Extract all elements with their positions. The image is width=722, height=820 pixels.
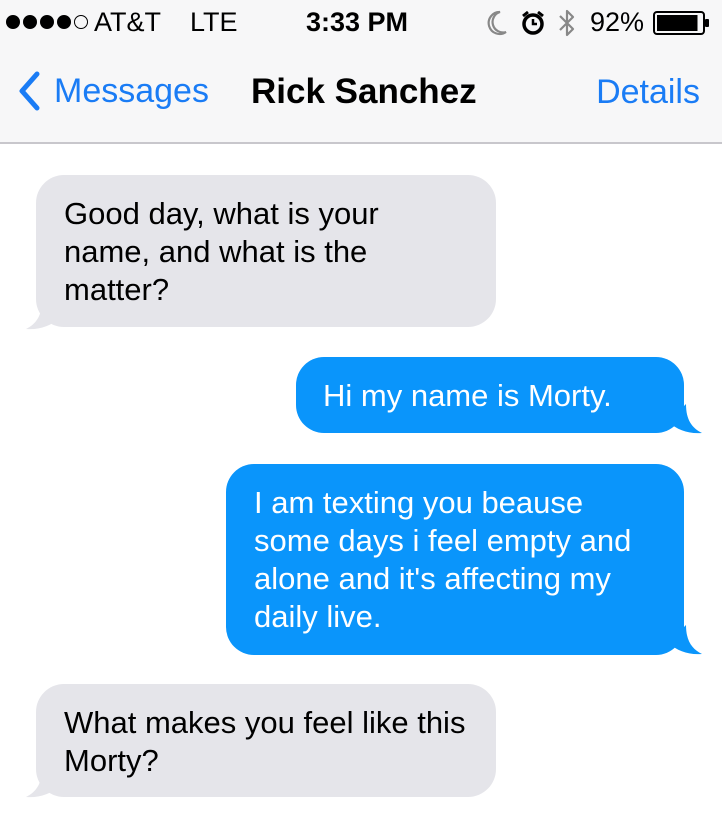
battery-icon: [653, 11, 709, 35]
network-label: LTE: [190, 7, 238, 37]
message-bubble-incoming[interactable]: What makes you feel like this Morty?: [36, 684, 496, 797]
bluetooth-icon: [559, 9, 575, 37]
signal-strength-icon: [6, 15, 88, 31]
conversation-title: Rick Sanchez: [251, 72, 477, 111]
clock: 3:33 PM: [306, 7, 409, 37]
alarm-icon: [522, 10, 544, 35]
messages-screen: AT&T LTE 3:33 PM 92% Messages Rick Sanch…: [0, 0, 722, 820]
carrier-label: AT&T: [94, 7, 161, 37]
navigation-bar: Messages Rick Sanchez Details: [0, 44, 722, 144]
back-label: Messages: [54, 72, 209, 110]
message-text: Hi my name is Morty.: [323, 378, 612, 413]
moon-icon: [487, 10, 507, 36]
details-button[interactable]: Details: [596, 70, 700, 114]
message-bubble-incoming[interactable]: Good day, what is your name, and what is…: [36, 175, 496, 327]
battery-percent: 92%: [590, 7, 645, 37]
status-bar: AT&T LTE 3:33 PM 92%: [0, 0, 722, 44]
message-text: What makes you feel like this Morty?: [64, 705, 466, 778]
message-text: I am texting you beause some days i feel…: [254, 485, 632, 634]
message-bubble-outgoing[interactable]: I am texting you beause some days i feel…: [226, 464, 684, 655]
message-text: Good day, what is your name, and what is…: [64, 196, 379, 307]
message-bubble-outgoing[interactable]: Hi my name is Morty.: [296, 357, 684, 433]
back-button[interactable]: Messages: [18, 69, 209, 113]
chevron-left-icon: [19, 71, 40, 111]
